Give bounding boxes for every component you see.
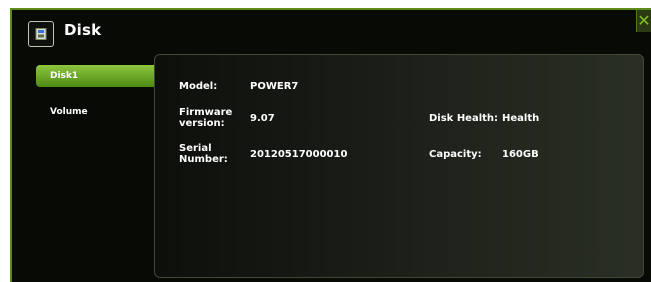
nav-item-volume[interactable]: Volume [36,101,154,123]
capacity-label: Capacity: [429,149,482,160]
window-title: Disk [64,21,102,39]
disk-health-value: Health [502,113,540,124]
disk-drive-icon [28,21,54,47]
close-icon[interactable]: ✕ [636,10,651,32]
disk-health-label: Disk Health: [429,113,499,124]
firmware-label-line1: Firmware [179,107,233,118]
nav-item-disk1[interactable]: Disk1 [36,65,154,87]
serial-label-line2: Number: [179,154,228,165]
capacity-value: 160GB [502,149,539,160]
serial-label-line1: Serial [179,143,212,154]
disk-details-panel: Model: POWER7 Firmware version: 9.07 Ser… [154,54,644,278]
firmware-label-line2: version: [179,118,225,129]
firmware-value: 9.07 [250,113,275,124]
model-label: Model: [179,81,218,92]
model-value: POWER7 [250,81,299,92]
disk-window: Disk ✕ Disk1 Volume Model: POWER7 Firmwa… [10,8,651,282]
serial-value: 20120517000010 [250,149,348,160]
